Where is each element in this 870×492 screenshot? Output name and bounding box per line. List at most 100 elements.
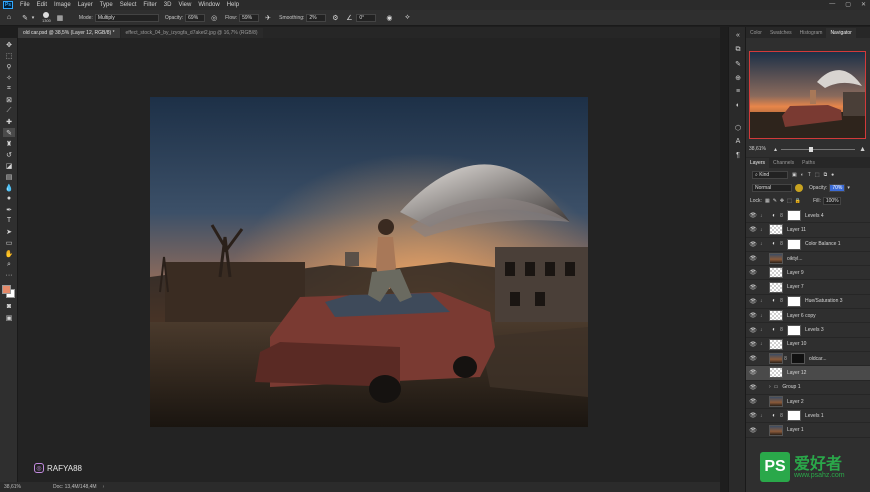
visibility-eye-icon[interactable]: 👁 [748,427,758,434]
visibility-eye-icon[interactable]: 👁 [748,384,758,391]
menu-3d[interactable]: 3D [164,2,172,8]
filter-type-icon[interactable]: T [808,172,811,178]
lock-all-icon[interactable]: 🔒 [795,198,801,204]
home-icon[interactable]: ⌂ [4,13,14,23]
adjustments-icon[interactable]: ◐ [733,101,743,110]
quick-mask-icon[interactable]: ◙ [3,302,15,311]
lock-pixels-icon[interactable]: ✎ [773,198,777,204]
rectangle-tool-icon[interactable]: ▭ [3,238,15,247]
layer-row[interactable]: 👁 ↓ Layer 6 copy [746,309,870,324]
document-tab-old-car[interactable]: old car.psd @ 38,5% (Layer 12, RGB/8) * [18,28,120,38]
dodge-tool-icon[interactable]: ● [3,194,15,203]
move-tool-icon[interactable]: ✥ [3,40,15,49]
zoom-in-icon[interactable]: ▲ [859,146,866,153]
layer-mask-thumbnail[interactable] [787,324,801,336]
link-chain-icon[interactable]: 8 [779,298,784,304]
tab-channels[interactable]: Channels [769,158,798,168]
fill-input[interactable]: 100% [822,197,841,205]
pen-tool-icon[interactable]: ✒ [3,205,15,214]
visibility-eye-icon[interactable]: 👁 [748,298,758,305]
brush-preset-picker[interactable]: 1300 [42,12,51,23]
eraser-tool-icon[interactable]: ◪ [3,161,15,170]
lock-position-icon[interactable]: ✥ [780,198,784,204]
angle-icon[interactable]: ∠ [344,13,354,23]
filter-toggle-icon[interactable]: ● [831,172,834,178]
clone-stamp-tool-icon[interactable]: ♜ [3,139,15,148]
character-icon[interactable]: A [733,137,743,146]
hand-tool-icon[interactable]: ✋ [3,249,15,258]
menu-edit[interactable]: Edit [37,2,47,8]
tab-navigator[interactable]: Navigator [826,28,856,38]
blend-mode-select[interactable]: Normal [752,184,792,192]
filter-pixel-icon[interactable]: ▣ [792,172,797,178]
layer-thumbnail[interactable] [769,338,783,350]
history-icon[interactable]: ⧉ [733,45,743,54]
foreground-color-swatch[interactable] [2,285,11,294]
link-chain-icon[interactable]: 8 [783,356,788,362]
visibility-eye-icon[interactable]: 👁 [748,284,758,291]
filter-smart-object-icon[interactable]: ⧉ [824,172,828,178]
pressure-opacity-icon[interactable]: ◎ [209,13,219,23]
marquee-tool-icon[interactable]: ⬚ [3,51,15,60]
visibility-eye-icon[interactable]: 👁 [748,369,758,376]
mode-select[interactable]: Multiply [94,13,159,22]
lasso-tool-icon[interactable]: ϙ [3,62,15,71]
visibility-eye-icon[interactable]: 👁 [748,355,758,362]
zoom-out-icon[interactable]: ▴ [774,146,777,153]
navigator-preview[interactable] [749,51,866,139]
visibility-eye-icon[interactable]: 👁 [748,412,758,419]
menu-type[interactable]: Type [100,2,113,8]
eyedropper-tool-icon[interactable]: ⟋ [3,106,15,115]
group-expand-chevron-icon[interactable]: › [769,384,771,390]
symmetry-icon[interactable]: ⟡ [402,13,412,23]
link-chain-icon[interactable]: 8 [779,413,784,419]
layer-mask-thumbnail[interactable] [787,238,801,250]
visibility-eye-icon[interactable]: 👁 [748,226,758,233]
layer-row[interactable]: 👁 › ▭ Group 1 [746,381,870,395]
visibility-eye-icon[interactable]: 👁 [748,269,758,276]
opacity-input[interactable]: 69% [185,13,206,22]
visibility-eye-icon[interactable]: 👁 [748,312,758,319]
document-artwork[interactable] [150,97,588,427]
layer-row[interactable]: 👁 ↓ ◐ 8 Levels 4 [746,209,870,224]
smoothing-input[interactable]: 2% [306,13,327,22]
layer-thumbnail[interactable] [769,281,783,293]
menu-view[interactable]: View [178,2,191,8]
tab-color[interactable]: Color [746,28,766,38]
menu-image[interactable]: Image [54,2,71,8]
menu-select[interactable]: Select [120,2,137,8]
properties-icon[interactable]: ≡ [733,87,743,96]
layer-row[interactable]: 👁 Layer 2 [746,395,870,410]
smoothing-options-gear-icon[interactable]: ⚙ [330,13,340,23]
gradient-tool-icon[interactable]: ▤ [3,172,15,181]
tab-histogram[interactable]: Histogram [796,28,827,38]
chevron-down-icon[interactable]: ▾ [30,13,36,23]
minimize-icon[interactable]: — [829,1,835,8]
path-selection-tool-icon[interactable]: ➤ [3,227,15,236]
layer-row[interactable]: 👁 Layer 12 [746,366,870,381]
navigator-zoom-slider[interactable] [780,146,856,152]
layer-thumbnail[interactable] [769,224,783,236]
pressure-size-icon[interactable]: ◉ [384,13,394,23]
visibility-eye-icon[interactable]: 👁 [748,255,758,262]
frame-tool-icon[interactable]: ⊠ [3,95,15,104]
menu-filter[interactable]: Filter [143,2,156,8]
layer-opacity-input[interactable]: 70% [829,184,846,192]
blur-tool-icon[interactable]: 💧 [3,183,15,192]
link-chain-icon[interactable]: 8 [779,327,784,333]
visibility-eye-icon[interactable]: 👁 [748,241,758,248]
link-chain-icon[interactable]: 8 [779,241,784,247]
paragraph-icon[interactable]: ¶ [733,151,743,160]
filter-adjustment-icon[interactable]: ◐ [801,172,804,178]
layer-thumbnail[interactable] [769,367,783,379]
menu-file[interactable]: File [20,2,30,8]
status-chevron-icon[interactable]: › [103,484,105,490]
brush-tool-icon[interactable]: ✎ [20,13,30,23]
brush-settings-panel-icon[interactable]: ✎ [733,59,743,68]
menu-help[interactable]: Help [227,2,239,8]
layer-mask-thumbnail[interactable] [791,353,805,365]
maximize-icon[interactable]: ▢ [845,1,851,8]
layer-thumbnail[interactable] [769,396,783,408]
screen-mode-icon[interactable]: ▣ [3,313,15,322]
layer-thumbnail[interactable] [769,253,783,265]
